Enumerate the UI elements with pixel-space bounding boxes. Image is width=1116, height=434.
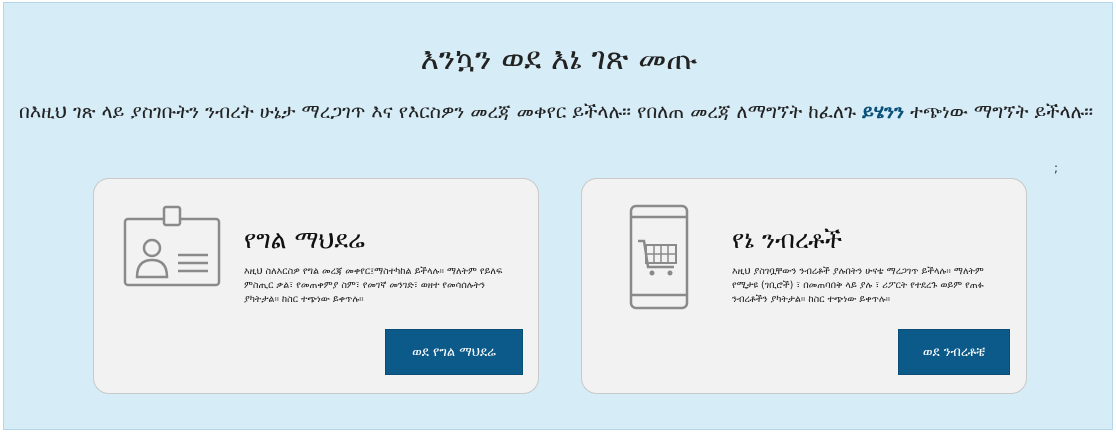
intro-text: በእዚህ ገጽ ላይ ያስገቡትን ንብረት ሁኔታ ማረጋገጥ እና የእርስ… <box>19 101 863 123</box>
go-to-properties-button[interactable]: ወደ ንብረቶቼ <box>898 329 1010 375</box>
id-badge-icon <box>122 205 222 309</box>
more-info-link[interactable]: ይሄንን <box>862 101 904 123</box>
profile-card: የግል ማህደሬ እዚህ ስለእርስዎ የግል መረጃ መቀየር፤ማስተካከል … <box>93 178 539 394</box>
stray-mark: ; <box>1054 161 1059 175</box>
properties-card-title: የኔ ንብረቶች <box>732 225 843 254</box>
page-title: እንኳን ወደ እኔ ገጽ መጡ <box>420 41 698 77</box>
properties-card-description: እዚህ ያስገቧቸውን ንብረቶች ያሉበትን ሁናቴ ማረጋገጥ ይችላሉ። … <box>732 266 984 305</box>
intro-tail: ተጭነው ማግኘት ይችላሉ። <box>904 101 1094 123</box>
properties-card: የኔ ንብረቶች እዚህ ያስገቧቸውን ንብረቶች ያሉበትን ሁናቴ ማረጋ… <box>581 178 1027 394</box>
go-to-profile-button[interactable]: ወደ የግል ማህደሬ <box>385 329 523 375</box>
intro-paragraph: በእዚህ ገጽ ላይ ያስገቡትን ንብረት ሁኔታ ማረጋገጥ እና የእርስ… <box>19 99 1109 126</box>
profile-card-title: የግል ማህደሬ <box>244 225 365 254</box>
mobile-cart-icon <box>628 203 692 315</box>
profile-card-description: እዚህ ስለእርስዎ የግል መረጃ መቀየር፤ማስተካከል ይችላሉ። ማለት… <box>244 266 503 305</box>
